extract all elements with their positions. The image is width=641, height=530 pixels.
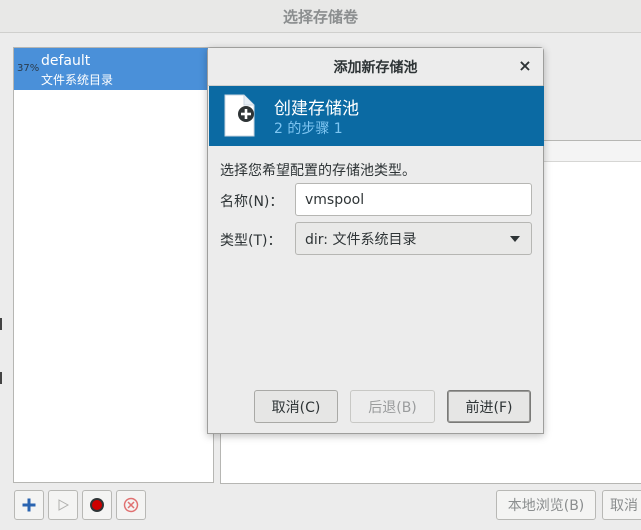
record-icon bbox=[90, 498, 104, 512]
pool-type-select[interactable]: dir: 文件系统目录 bbox=[295, 222, 532, 255]
edge-marker bbox=[0, 318, 2, 330]
browse-local-button[interactable]: 本地浏览(B) bbox=[496, 490, 596, 520]
pool-item-default[interactable]: 37% default 文件系统目录 bbox=[14, 48, 213, 90]
delete-circle-icon bbox=[123, 497, 139, 513]
type-label: 类型(T)： bbox=[220, 233, 282, 249]
banner-title: 创建存储池 bbox=[274, 99, 359, 119]
storage-pool-list[interactable]: 37% default 文件系统目录 bbox=[13, 47, 214, 483]
stop-pool-button[interactable] bbox=[82, 490, 112, 520]
dialog-title: 添加新存储池 bbox=[208, 48, 543, 86]
banner-step: 2 的步骤 1 bbox=[274, 121, 343, 137]
close-icon[interactable]: × bbox=[516, 57, 534, 75]
delete-pool-button[interactable] bbox=[116, 490, 146, 520]
play-icon bbox=[58, 499, 69, 511]
pool-name-input[interactable] bbox=[295, 183, 532, 216]
type-prompt: 选择您希望配置的存储池类型。 bbox=[220, 163, 416, 179]
cancel-button[interactable]: 取消 bbox=[602, 490, 641, 520]
edge-marker bbox=[0, 372, 2, 384]
add-pool-dialog: 添加新存储池 × 创建存储池 2 的步骤 1 选择您希望配置的存储池类型。 名称… bbox=[207, 47, 544, 434]
pool-type: 文件系统目录 bbox=[41, 73, 114, 87]
pool-name: default bbox=[41, 53, 91, 69]
name-label: 名称(N)： bbox=[220, 194, 284, 210]
plus-icon bbox=[22, 498, 36, 512]
wizard-banner: 创建存储池 2 的步骤 1 bbox=[209, 86, 544, 146]
add-pool-button[interactable] bbox=[14, 490, 44, 520]
start-pool-button[interactable] bbox=[48, 490, 78, 520]
window-title: 选择存储卷 bbox=[0, 0, 641, 33]
dialog-cancel-button[interactable]: 取消(C) bbox=[254, 390, 338, 423]
chevron-down-icon bbox=[510, 236, 520, 242]
forward-button[interactable]: 前进(F) bbox=[447, 390, 531, 423]
back-button[interactable]: 后退(B) bbox=[350, 390, 435, 423]
pool-usage: 37% bbox=[17, 63, 40, 74]
new-storage-file-icon bbox=[224, 94, 255, 137]
pool-type-value: dir: 文件系统目录 bbox=[305, 231, 417, 248]
